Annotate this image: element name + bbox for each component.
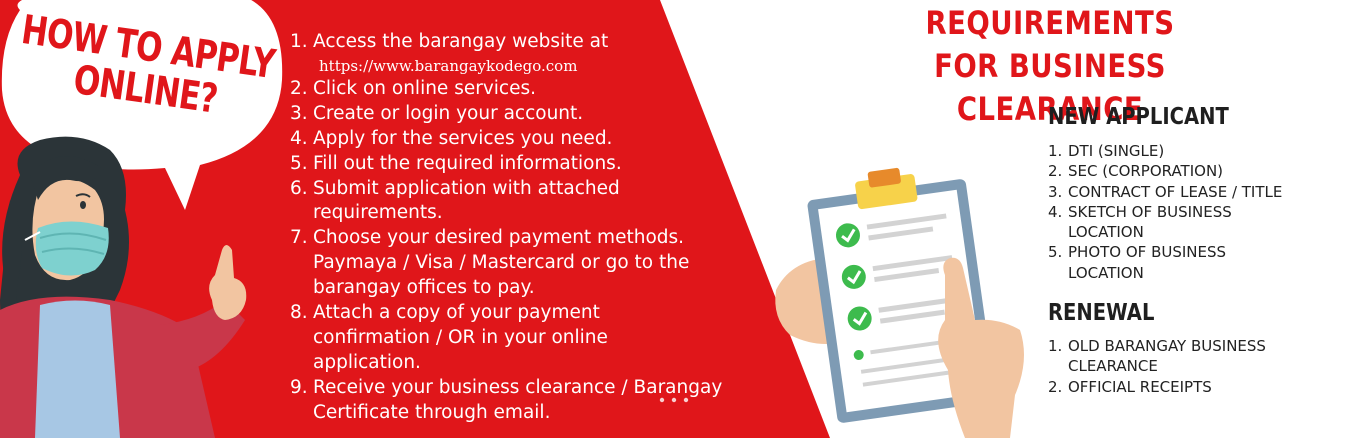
- new-applicant-heading: NEW APPLICANT: [1048, 104, 1229, 130]
- item-text: SEC (CORPORATION): [1068, 162, 1224, 181]
- pointing-hand: [938, 257, 1024, 438]
- item-number: 2.: [1048, 162, 1063, 181]
- item-number: 2.: [1048, 377, 1063, 396]
- requirement-item: 1. DTI (SINGLE): [1048, 141, 1338, 161]
- item-text: DTI (SINGLE): [1068, 142, 1165, 160]
- item-text: SKETCH OF BUSINESS LOCATION: [1068, 202, 1232, 242]
- item-text: CONTRACT OF LEASE / TITLE: [1068, 182, 1283, 201]
- requirement-item: 4. SKETCH OF BUSINESS LOCATION: [1048, 202, 1283, 243]
- requirements-title-line1: REQUIREMENTS: [925, 4, 1175, 42]
- renewal-list: 1. OLD BARANGAY BUSINESS CLEARANCE 2. OFFI…: [1048, 336, 1323, 397]
- infographic-banner: HOW TO APPLY ONLINE? 1. Access the baran…: [0, 0, 1348, 438]
- requirement-item: 2. SEC (CORPORATION): [1048, 161, 1338, 181]
- item-text: OFFICIAL RECEIPTS: [1068, 377, 1212, 396]
- item-number: 3.: [1048, 182, 1063, 201]
- requirement-item: 5. PHOTO OF BUSINESS LOCATION: [1048, 242, 1283, 283]
- item-number: 1.: [1048, 142, 1063, 160]
- item-text: PHOTO OF BUSINESS LOCATION: [1068, 243, 1227, 282]
- requirement-item: 2. OFFICIAL RECEIPTS: [1048, 377, 1323, 397]
- new-applicant-list: 1. DTI (SINGLE) 2. SEC (CORPORATION) 3. CON…: [1048, 141, 1338, 283]
- renewal-heading: RENEWAL: [1048, 300, 1155, 326]
- requirement-item: 1. OLD BARANGAY BUSINESS CLEARANCE: [1048, 336, 1333, 377]
- item-text: OLD BARANGAY BUSINESS CLEARANCE: [1068, 337, 1266, 376]
- requirement-item: 3. CONTRACT OF LEASE / TITLE: [1048, 182, 1338, 202]
- item-number: 5.: [1048, 243, 1063, 262]
- item-number: 1.: [1048, 337, 1063, 355]
- item-number: 4.: [1048, 202, 1063, 221]
